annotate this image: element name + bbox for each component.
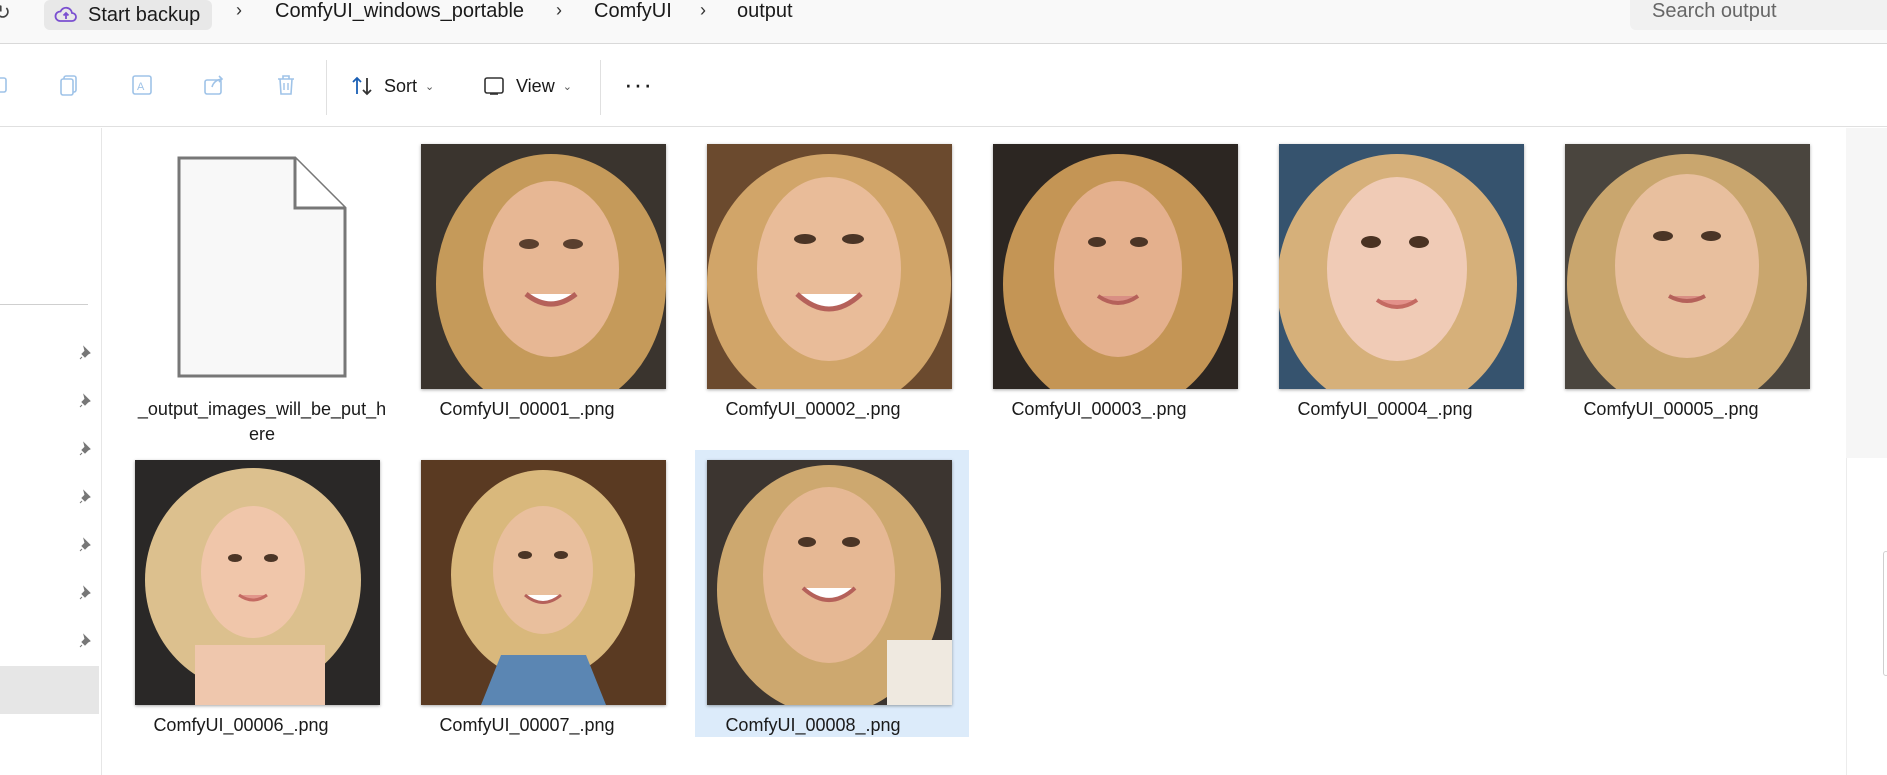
chevron-right-icon[interactable]: ›	[236, 0, 242, 22]
cut-icon[interactable]	[0, 72, 12, 98]
image-thumbnail	[993, 144, 1238, 389]
file-name: ComfyUI_00006_.png	[153, 715, 329, 735]
pin-icon[interactable]	[78, 489, 94, 505]
file-tile[interactable]: ComfyUI_00002_.png	[676, 128, 952, 438]
paste-icon[interactable]: A	[129, 72, 155, 98]
file-name: ComfyUI_00003_.png	[1011, 399, 1187, 419]
image-thumbnail	[1565, 144, 1810, 389]
blank-file-icon	[177, 156, 347, 378]
view-label: View	[516, 75, 555, 96]
file-name: ComfyUI_00005_.png	[1583, 399, 1759, 419]
file-name: ComfyUI_00007_.png	[439, 715, 615, 735]
breadcrumb-output[interactable]: output	[737, 0, 793, 22]
breadcrumb-comfyui[interactable]: ComfyUI	[594, 0, 672, 22]
file-tile[interactable]: ComfyUI_00001_.png	[390, 128, 666, 438]
image-thumbnail	[135, 460, 380, 705]
file-grid: _output_images_will_be_put_here ComfyUI_…	[104, 128, 1844, 775]
pin-icon[interactable]	[78, 633, 94, 649]
file-tile-selected[interactable]: ComfyUI_00008_.png	[676, 444, 969, 754]
refresh-icon[interactable]: ↻	[0, 0, 11, 25]
file-tile[interactable]: ComfyUI_00005_.png	[1534, 128, 1810, 438]
chevron-down-icon: ⌄	[562, 80, 572, 93]
pin-icon[interactable]	[78, 537, 94, 553]
sort-label: Sort	[384, 75, 418, 96]
cloud-upload-icon	[54, 6, 77, 22]
pin-icon[interactable]	[78, 345, 94, 361]
file-tile[interactable]: ComfyUI_00007_.png	[390, 444, 666, 754]
chevron-right-icon[interactable]: ›	[556, 0, 562, 22]
chevron-down-icon: ⌄	[425, 80, 435, 93]
sort-button[interactable]: Sort ⌄	[350, 72, 434, 100]
share-icon[interactable]	[201, 72, 227, 98]
view-button[interactable]: View ⌄	[482, 72, 572, 100]
image-thumbnail	[707, 460, 952, 705]
nav-divider	[0, 304, 88, 305]
file-tile[interactable]: ComfyUI_00003_.png	[962, 128, 1238, 438]
file-name: _output_images_will_be_put_here	[137, 399, 387, 444]
file-name: ComfyUI_00008_.png	[725, 715, 901, 735]
view-icon	[484, 77, 504, 95]
breadcrumb-comfyui-windows-portable[interactable]: ComfyUI_windows_portable	[275, 0, 524, 22]
pin-icon[interactable]	[78, 585, 94, 601]
start-backup-button[interactable]: Start backup	[44, 0, 213, 30]
file-name: ComfyUI_00002_.png	[725, 399, 901, 419]
toolbar-divider	[326, 60, 327, 115]
file-name: ComfyUI_00004_.png	[1297, 399, 1473, 419]
file-tile[interactable]: _output_images_will_be_put_here	[104, 128, 386, 444]
file-tile[interactable]: ComfyUI_00006_.png	[104, 444, 380, 754]
image-thumbnail	[421, 460, 666, 705]
breadcrumb-start-backup: Start backup	[88, 3, 201, 26]
address-bar: ↻ Start backup › ComfyUI_windows_portabl…	[0, 0, 1887, 44]
scrollbar-track[interactable]	[1846, 128, 1887, 458]
details-pane-box	[1883, 551, 1887, 676]
command-bar: A Sort ⌄ View ⌄ ···	[0, 44, 1887, 127]
nav-item-selected[interactable]	[0, 666, 99, 714]
chevron-right-icon[interactable]: ›	[700, 0, 706, 22]
file-name: ComfyUI_00001_.png	[439, 399, 615, 419]
image-thumbnail	[421, 144, 666, 389]
navigation-pane	[0, 128, 102, 775]
svg-text:A: A	[137, 81, 145, 93]
file-tile[interactable]: ComfyUI_00004_.png	[1248, 128, 1524, 438]
image-thumbnail	[1279, 144, 1524, 389]
delete-icon[interactable]	[273, 72, 299, 98]
search-input[interactable]: Search output	[1630, 0, 1887, 30]
image-thumbnail	[707, 144, 952, 389]
sort-icon	[352, 76, 372, 96]
pin-icon[interactable]	[78, 393, 94, 409]
more-options-button[interactable]: ···	[624, 71, 653, 97]
copy-icon[interactable]	[57, 72, 83, 98]
pin-icon[interactable]	[78, 441, 94, 457]
toolbar-divider	[600, 60, 601, 115]
